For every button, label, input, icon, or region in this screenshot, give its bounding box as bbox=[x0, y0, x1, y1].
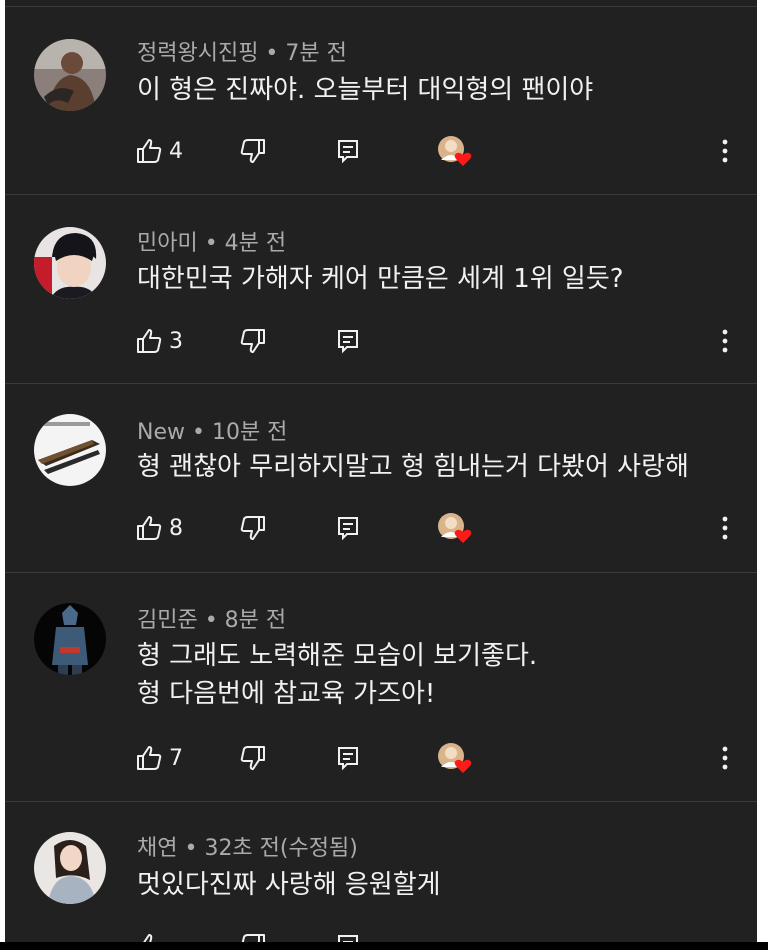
like-count: 7 bbox=[169, 745, 183, 771]
comment-line: 형 다음번에 참교육 가즈아! bbox=[137, 679, 436, 709]
comment-item: 민아미 • 4분 전 대한민국 가해자 케어 만큼은 세계 1위 일듯? 3 bbox=[5, 194, 757, 383]
comment-meta: 채연 • 32초 전(수정됨) bbox=[137, 836, 358, 861]
comment-text: 형 그래도 노력해준 모습이 보기좋다. 형 다음번에 참교육 가즈아! bbox=[137, 637, 537, 713]
thumbs-up-icon bbox=[135, 327, 163, 355]
screen-bottom-edge bbox=[0, 942, 768, 950]
dislike-button[interactable] bbox=[239, 508, 267, 548]
dislike-button[interactable] bbox=[239, 131, 267, 171]
comment-line: 대한민국 가해자 케어 만큼은 세계 1위 일듯? bbox=[137, 264, 624, 294]
dislike-button[interactable] bbox=[239, 738, 267, 778]
comment-actions: 3 bbox=[135, 321, 745, 361]
like-button[interactable]: 3 bbox=[135, 321, 183, 361]
avatar[interactable] bbox=[34, 414, 106, 486]
comment-text: 대한민국 가해자 케어 만큼은 세계 1위 일듯? bbox=[137, 260, 624, 298]
reply-button[interactable] bbox=[335, 738, 361, 778]
thumbs-up-icon bbox=[135, 744, 163, 772]
comment-item: 채연 • 32초 전(수정됨) 멋있다진짜 사랑해 응원할게 bbox=[5, 801, 757, 950]
thumbs-down-icon bbox=[239, 744, 267, 772]
more-vertical-icon bbox=[722, 139, 728, 163]
comment-meta: 민아미 • 4분 전 bbox=[137, 231, 287, 256]
avatar[interactable] bbox=[34, 227, 106, 299]
more-options-button[interactable] bbox=[715, 508, 735, 548]
comment-line: 멋있다진짜 사랑해 응원할게 bbox=[137, 870, 441, 900]
comment-line: 형 그래도 노력해준 모습이 보기좋다. bbox=[137, 641, 538, 671]
comment-actions: 7 bbox=[135, 738, 745, 778]
comment-text: 이 형은 진짜야. 오늘부터 대익형의 팬이야 bbox=[137, 71, 593, 109]
comment-text: 형 괜찮아 무리하지말고 형 힘내는거 다봤어 사랑해 bbox=[137, 448, 689, 486]
reply-button[interactable] bbox=[335, 131, 361, 171]
creator-heart-badge bbox=[435, 131, 475, 171]
creator-heart-icon bbox=[435, 134, 475, 168]
thumbs-up-icon bbox=[135, 137, 163, 165]
creator-heart-badge bbox=[435, 738, 475, 778]
avatar[interactable] bbox=[34, 39, 106, 111]
reply-icon bbox=[335, 138, 361, 164]
like-count: 8 bbox=[169, 515, 183, 541]
comment-actions: 8 bbox=[135, 508, 745, 548]
creator-heart-badge bbox=[435, 508, 475, 548]
comment-text: 멋있다진짜 사랑해 응원할게 bbox=[137, 866, 441, 904]
reply-icon bbox=[335, 328, 361, 354]
creator-heart-icon bbox=[435, 511, 475, 545]
dislike-button[interactable] bbox=[239, 321, 267, 361]
comment-item: New • 10분 전 형 괜찮아 무리하지말고 형 힘내는거 다봤어 사랑해 … bbox=[5, 383, 757, 572]
avatar[interactable] bbox=[34, 603, 106, 675]
comments-panel: 정력왕시진핑 • 7분 전 이 형은 진짜야. 오늘부터 대익형의 팬이야 4 bbox=[5, 0, 757, 950]
more-options-button[interactable] bbox=[715, 131, 735, 171]
more-vertical-icon bbox=[722, 329, 728, 353]
more-options-button[interactable] bbox=[715, 738, 735, 778]
like-count: 3 bbox=[169, 328, 183, 354]
reply-icon bbox=[335, 745, 361, 771]
comment-line: 형 괜찮아 무리하지말고 형 힘내는거 다봤어 사랑해 bbox=[137, 452, 689, 482]
like-count: 4 bbox=[169, 138, 183, 164]
reply-button[interactable] bbox=[335, 508, 361, 548]
thumbs-down-icon bbox=[239, 137, 267, 165]
comment-item: 김민준 • 8분 전 형 그래도 노력해준 모습이 보기좋다. 형 다음번에 참… bbox=[5, 572, 757, 801]
comment-item: 정력왕시진핑 • 7분 전 이 형은 진짜야. 오늘부터 대익형의 팬이야 4 bbox=[5, 6, 757, 194]
reply-button[interactable] bbox=[335, 321, 361, 361]
comment-line: 이 형은 진짜야. 오늘부터 대익형의 팬이야 bbox=[137, 75, 594, 105]
more-vertical-icon bbox=[722, 746, 728, 770]
like-button[interactable]: 7 bbox=[135, 738, 183, 778]
comment-actions: 4 bbox=[135, 131, 745, 171]
avatar[interactable] bbox=[34, 832, 106, 904]
creator-heart-icon bbox=[435, 741, 475, 775]
comment-meta: 정력왕시진핑 • 7분 전 bbox=[137, 41, 347, 66]
thumbs-down-icon bbox=[239, 514, 267, 542]
reply-icon bbox=[335, 515, 361, 541]
like-button[interactable]: 4 bbox=[135, 131, 183, 171]
like-button[interactable]: 8 bbox=[135, 508, 183, 548]
comment-meta: 김민준 • 8분 전 bbox=[137, 608, 287, 633]
more-vertical-icon bbox=[722, 516, 728, 540]
more-options-button[interactable] bbox=[715, 321, 735, 361]
thumbs-down-icon bbox=[239, 327, 267, 355]
thumbs-up-icon bbox=[135, 514, 163, 542]
comment-meta: New • 10분 전 bbox=[137, 420, 288, 445]
